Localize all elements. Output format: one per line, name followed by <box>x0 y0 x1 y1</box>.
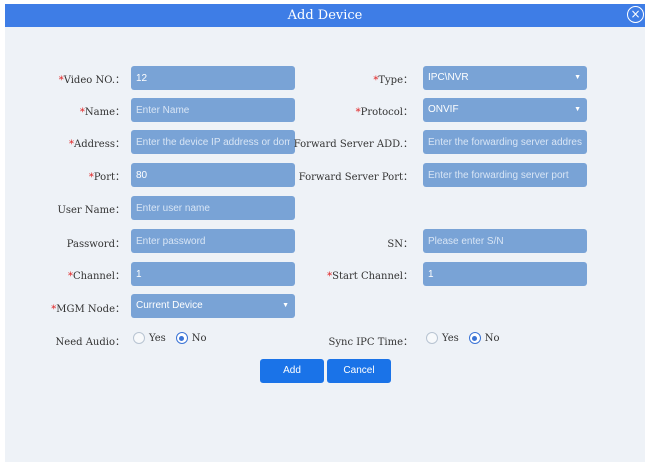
name-label: *Name： <box>79 107 125 118</box>
password-input[interactable] <box>131 229 295 253</box>
protocol-label: *Protocol： <box>355 107 413 118</box>
sync-ipc-time-label: Sync IPC Time： <box>328 337 414 348</box>
name-input[interactable] <box>131 98 295 122</box>
forward-server-address-input[interactable] <box>423 130 587 154</box>
protocol-select-value: ONVIF <box>428 104 459 115</box>
need-audio-no-radio[interactable] <box>175 332 188 344</box>
caret-down-icon: ▼ <box>282 302 289 309</box>
close-icon[interactable]: × <box>627 6 644 23</box>
caret-down-icon: ▼ <box>574 106 581 113</box>
title-bar: Add Device × <box>5 4 645 27</box>
forward-server-port-input[interactable] <box>423 163 587 187</box>
protocol-select[interactable]: ONVIF ▼ <box>423 98 587 122</box>
port-input[interactable] <box>131 163 295 187</box>
video-no-input[interactable] <box>131 66 295 90</box>
address-input[interactable] <box>131 130 295 154</box>
video-no-label: *Video NO.： <box>58 75 125 86</box>
sync-ipc-time-yes-label: Yes <box>442 332 459 344</box>
channel-input[interactable] <box>131 262 295 286</box>
need-audio-yes-label: Yes <box>149 332 166 344</box>
start-channel-input[interactable] <box>423 262 587 286</box>
sn-input[interactable] <box>423 229 587 253</box>
need-audio-yes-radio[interactable] <box>133 332 145 344</box>
add-button[interactable]: Add <box>260 359 324 383</box>
address-label: *Address： <box>69 139 125 150</box>
forward-server-port-label: Forward Server Port： <box>298 172 413 183</box>
cancel-button[interactable]: Cancel <box>327 359 391 383</box>
start-channel-label: *Start Channel： <box>327 271 413 282</box>
type-select[interactable]: IPC\NVR ▼ <box>423 66 587 90</box>
forward-server-address-label: Forward Server ADD.： <box>293 139 413 150</box>
mgm-node-label: *MGM Node： <box>51 304 125 315</box>
port-label: *Port： <box>88 172 125 183</box>
password-label: Password： <box>66 239 125 250</box>
user-name-label: User Name： <box>57 205 125 216</box>
caret-down-icon: ▼ <box>574 74 581 81</box>
add-device-dialog: Add Device × *Video NO.： *Type： IPC\NVR … <box>5 4 645 462</box>
sync-ipc-time-no-label: No <box>484 332 500 344</box>
user-name-input[interactable] <box>131 196 295 220</box>
mgm-node-select[interactable]: Current Device ▼ <box>131 294 295 318</box>
need-audio-label: Need Audio： <box>55 337 125 348</box>
channel-label: *Channel： <box>67 271 125 282</box>
sync-ipc-time-no-radio[interactable] <box>468 332 481 344</box>
sync-ipc-time-yes-radio[interactable] <box>426 332 438 344</box>
need-audio-radio-group: Yes No <box>133 332 217 344</box>
sn-label: SN： <box>387 239 413 250</box>
mgm-node-select-value: Current Device <box>136 300 203 311</box>
type-label: *Type： <box>373 75 413 86</box>
type-select-value: IPC\NVR <box>428 72 469 83</box>
need-audio-no-label: No <box>191 332 207 344</box>
dialog-title: Add Device <box>287 8 363 23</box>
sync-ipc-time-radio-group: Yes No <box>426 332 510 344</box>
